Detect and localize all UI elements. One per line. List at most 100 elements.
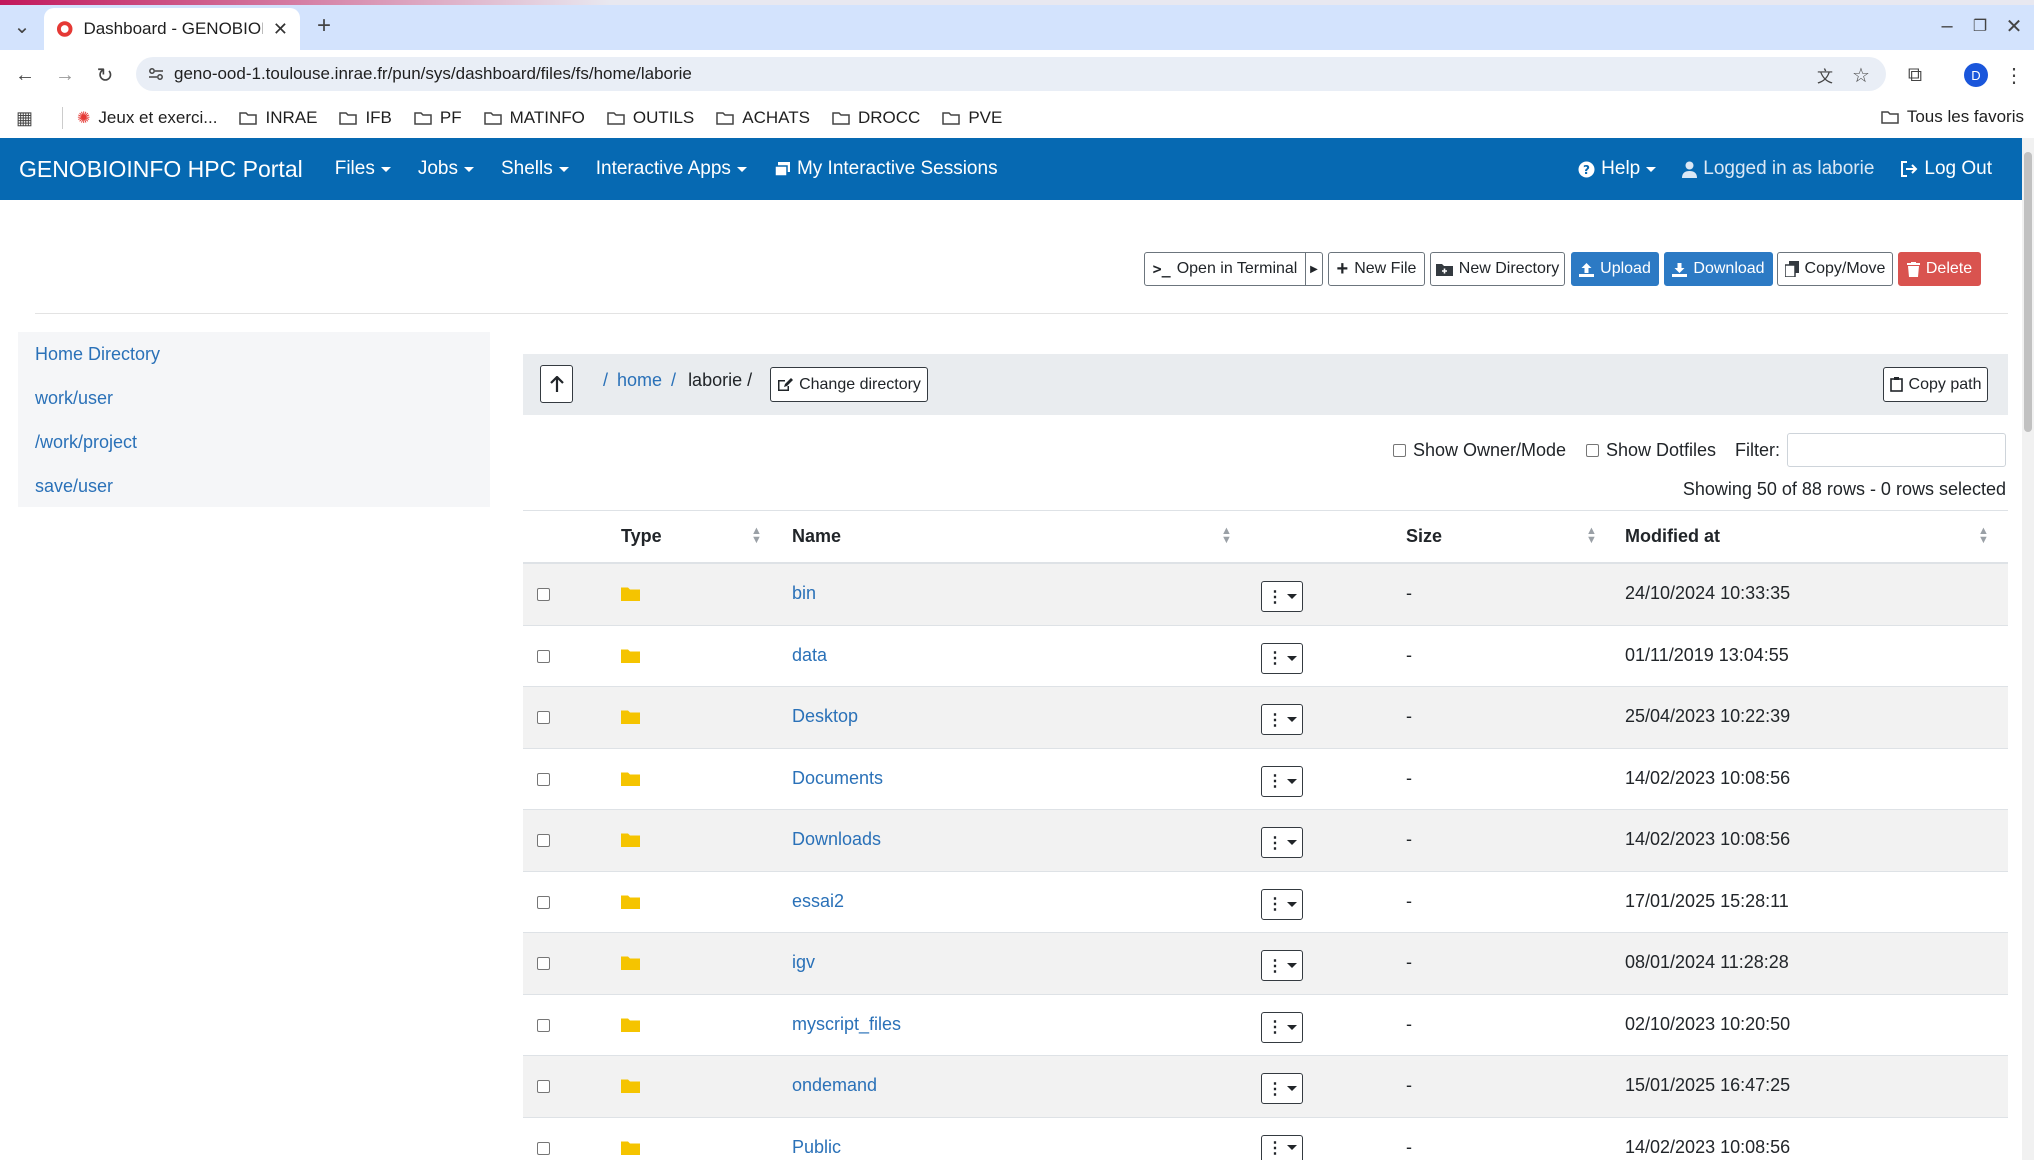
table-row[interactable]: Documents ⋮ - 14/02/2023 10:08:56 (523, 749, 2008, 810)
bookmark-folder[interactable]: IFB (339, 108, 392, 128)
new-directory-button[interactable]: New Directory (1430, 252, 1565, 286)
download-button[interactable]: Download (1664, 252, 1773, 286)
reload-icon[interactable]: ↻ (92, 62, 118, 88)
row-select-checkbox[interactable] (537, 957, 550, 970)
nav-shells-dropdown[interactable]: Shells (501, 158, 569, 180)
new-tab-icon[interactable]: + (312, 12, 336, 39)
row-actions-button[interactable]: ⋮ (1261, 1073, 1303, 1104)
delete-button[interactable]: Delete (1898, 252, 1981, 286)
bookmark-star-icon[interactable]: ☆ (1848, 62, 1874, 88)
bookmark-folder[interactable]: MATINFO (483, 108, 585, 128)
bookmark-folder[interactable]: OUTILS (607, 108, 694, 128)
row-actions-button[interactable]: ⋮ (1261, 765, 1303, 797)
sort-type-icon[interactable]: ▲ ▼ (751, 526, 762, 546)
sort-size-icon[interactable]: ▲ ▼ (1586, 526, 1597, 546)
table-row[interactable]: bin ⋮ - 24/10/2024 10:33:35 (523, 564, 2008, 626)
row-select-checkbox[interactable] (537, 1141, 550, 1155)
table-row[interactable]: myscript_files ⋮ - 02/10/2023 10:20:50 (523, 995, 2008, 1056)
extensions-icon[interactable]: ⧉ (1902, 62, 1928, 88)
upload-button[interactable]: Upload (1571, 252, 1659, 286)
tab-search-chevron-icon[interactable]: ⌄ (10, 14, 34, 38)
column-header-modified-at[interactable]: Modified at (1625, 526, 1720, 547)
file-name-link[interactable]: essai2 (792, 891, 844, 912)
row-actions-button[interactable]: ⋮ (1261, 1011, 1303, 1043)
brand-title[interactable]: GENOBIOINFO HPC Portal (19, 156, 303, 183)
bookmark-folder[interactable]: PVE (942, 108, 1002, 128)
file-name-link[interactable]: bin (792, 583, 816, 604)
table-row[interactable]: Public ⋮ - 14/02/2023 10:08:56 (523, 1118, 2008, 1160)
sidebar-item-home-directory[interactable]: Home Directory (35, 344, 160, 365)
nav-my-sessions-link[interactable]: My Interactive Sessions (774, 158, 998, 180)
row-actions-button[interactable]: ⋮ (1261, 950, 1303, 981)
nav-jobs-dropdown[interactable]: Jobs (418, 158, 474, 180)
sort-modified-icon[interactable]: ▲ ▼ (1978, 526, 1989, 546)
forward-icon[interactable]: → (52, 62, 78, 88)
page-scrollbar[interactable] (2022, 138, 2034, 1160)
row-select-checkbox[interactable] (537, 649, 550, 663)
file-name-link[interactable]: igv (792, 952, 815, 973)
file-name-link[interactable]: Downloads (792, 829, 881, 850)
nav-help-dropdown[interactable]: ? Help (1578, 158, 1657, 180)
change-directory-button[interactable]: Change directory (770, 367, 928, 402)
row-actions-button[interactable]: ⋮ (1261, 888, 1303, 920)
breadcrumb-home[interactable]: home (617, 370, 662, 391)
parent-directory-button[interactable] (540, 365, 573, 403)
sort-name-icon[interactable]: ▲ ▼ (1221, 526, 1232, 546)
column-header-type[interactable]: Type (621, 526, 662, 547)
logout-link[interactable]: Log Out (1900, 158, 1992, 180)
row-select-checkbox[interactable] (537, 1018, 550, 1032)
open-in-terminal-button[interactable]: >_ Open in Terminal (1144, 252, 1306, 286)
terminal-options-toggle[interactable]: ▶ (1305, 252, 1323, 286)
browser-tab[interactable]: Dashboard - GENOBIOINFO ✕ (44, 8, 300, 50)
column-header-size[interactable]: Size (1406, 526, 1442, 547)
bookmark-folder[interactable]: ACHATS (716, 108, 810, 128)
row-select-checkbox[interactable] (537, 772, 550, 786)
restore-window-icon[interactable]: ❐ (1968, 14, 1992, 38)
address-bar[interactable]: geno-ood-1.toulouse.inrae.fr/pun/sys/das… (136, 57, 1886, 91)
back-icon[interactable]: ← (12, 62, 38, 88)
bookmark-item[interactable]: ✺ Jeux et exerci... (77, 108, 217, 128)
copy-path-button[interactable]: Copy path (1883, 367, 1988, 402)
sidebar-item-work-project[interactable]: /work/project (35, 432, 137, 453)
apps-grid-icon[interactable]: ▦ (16, 108, 44, 129)
sidebar-item-save-user[interactable]: save/user (35, 476, 113, 497)
table-row[interactable]: data ⋮ - 01/11/2019 13:04:55 (523, 626, 2008, 687)
table-row[interactable]: Downloads ⋮ - 14/02/2023 10:08:56 (523, 810, 2008, 872)
bookmark-folder[interactable]: INRAE (239, 108, 317, 128)
show-dotfiles-toggle[interactable]: Show Dotfiles (1586, 440, 1716, 461)
breadcrumb-root-separator[interactable]: / (603, 370, 608, 391)
all-bookmarks-folder[interactable]: Tous les favoris (1881, 107, 2024, 127)
copy-move-button[interactable]: Copy/Move (1777, 252, 1893, 286)
minimize-window-icon[interactable]: – (1935, 14, 1959, 38)
file-name-link[interactable]: ondemand (792, 1075, 877, 1096)
close-window-icon[interactable]: ✕ (2002, 14, 2026, 38)
scrollbar-thumb[interactable] (2024, 152, 2032, 432)
table-row[interactable]: Desktop ⋮ - 25/04/2023 10:22:39 (523, 687, 2008, 749)
table-row[interactable]: ondemand ⋮ - 15/01/2025 16:47:25 (523, 1056, 2008, 1118)
nav-interactive-apps-dropdown[interactable]: Interactive Apps (596, 158, 747, 180)
filter-input[interactable] (1787, 433, 2006, 467)
tab-close-icon[interactable]: ✕ (273, 19, 288, 40)
new-file-button[interactable]: + New File (1328, 252, 1425, 286)
row-select-checkbox[interactable] (537, 711, 550, 724)
sidebar-item-work-user[interactable]: work/user (35, 388, 113, 409)
row-actions-button[interactable]: ⋮ (1261, 581, 1303, 612)
file-name-link[interactable]: Documents (792, 768, 883, 789)
browser-menu-icon[interactable]: ⋮ (2004, 62, 2024, 88)
column-header-name[interactable]: Name (792, 526, 841, 547)
file-name-link[interactable]: myscript_files (792, 1014, 901, 1035)
show-owner-mode-checkbox[interactable] (1393, 444, 1406, 457)
row-select-checkbox[interactable] (537, 895, 550, 909)
row-actions-button[interactable]: ⋮ (1261, 704, 1303, 735)
file-name-link[interactable]: Desktop (792, 706, 858, 727)
translate-icon[interactable]: 文 (1812, 62, 1838, 88)
file-name-link[interactable]: data (792, 645, 827, 666)
table-row[interactable]: essai2 ⋮ - 17/01/2025 15:28:11 (523, 872, 2008, 933)
row-select-checkbox[interactable] (537, 1080, 550, 1093)
row-actions-button[interactable]: ⋮ (1261, 827, 1303, 858)
nav-files-dropdown[interactable]: Files (335, 158, 391, 180)
profile-avatar[interactable]: D (1964, 63, 1988, 87)
row-select-checkbox[interactable] (537, 588, 550, 601)
show-owner-mode-toggle[interactable]: Show Owner/Mode (1393, 440, 1566, 461)
file-name-link[interactable]: Public (792, 1137, 841, 1158)
